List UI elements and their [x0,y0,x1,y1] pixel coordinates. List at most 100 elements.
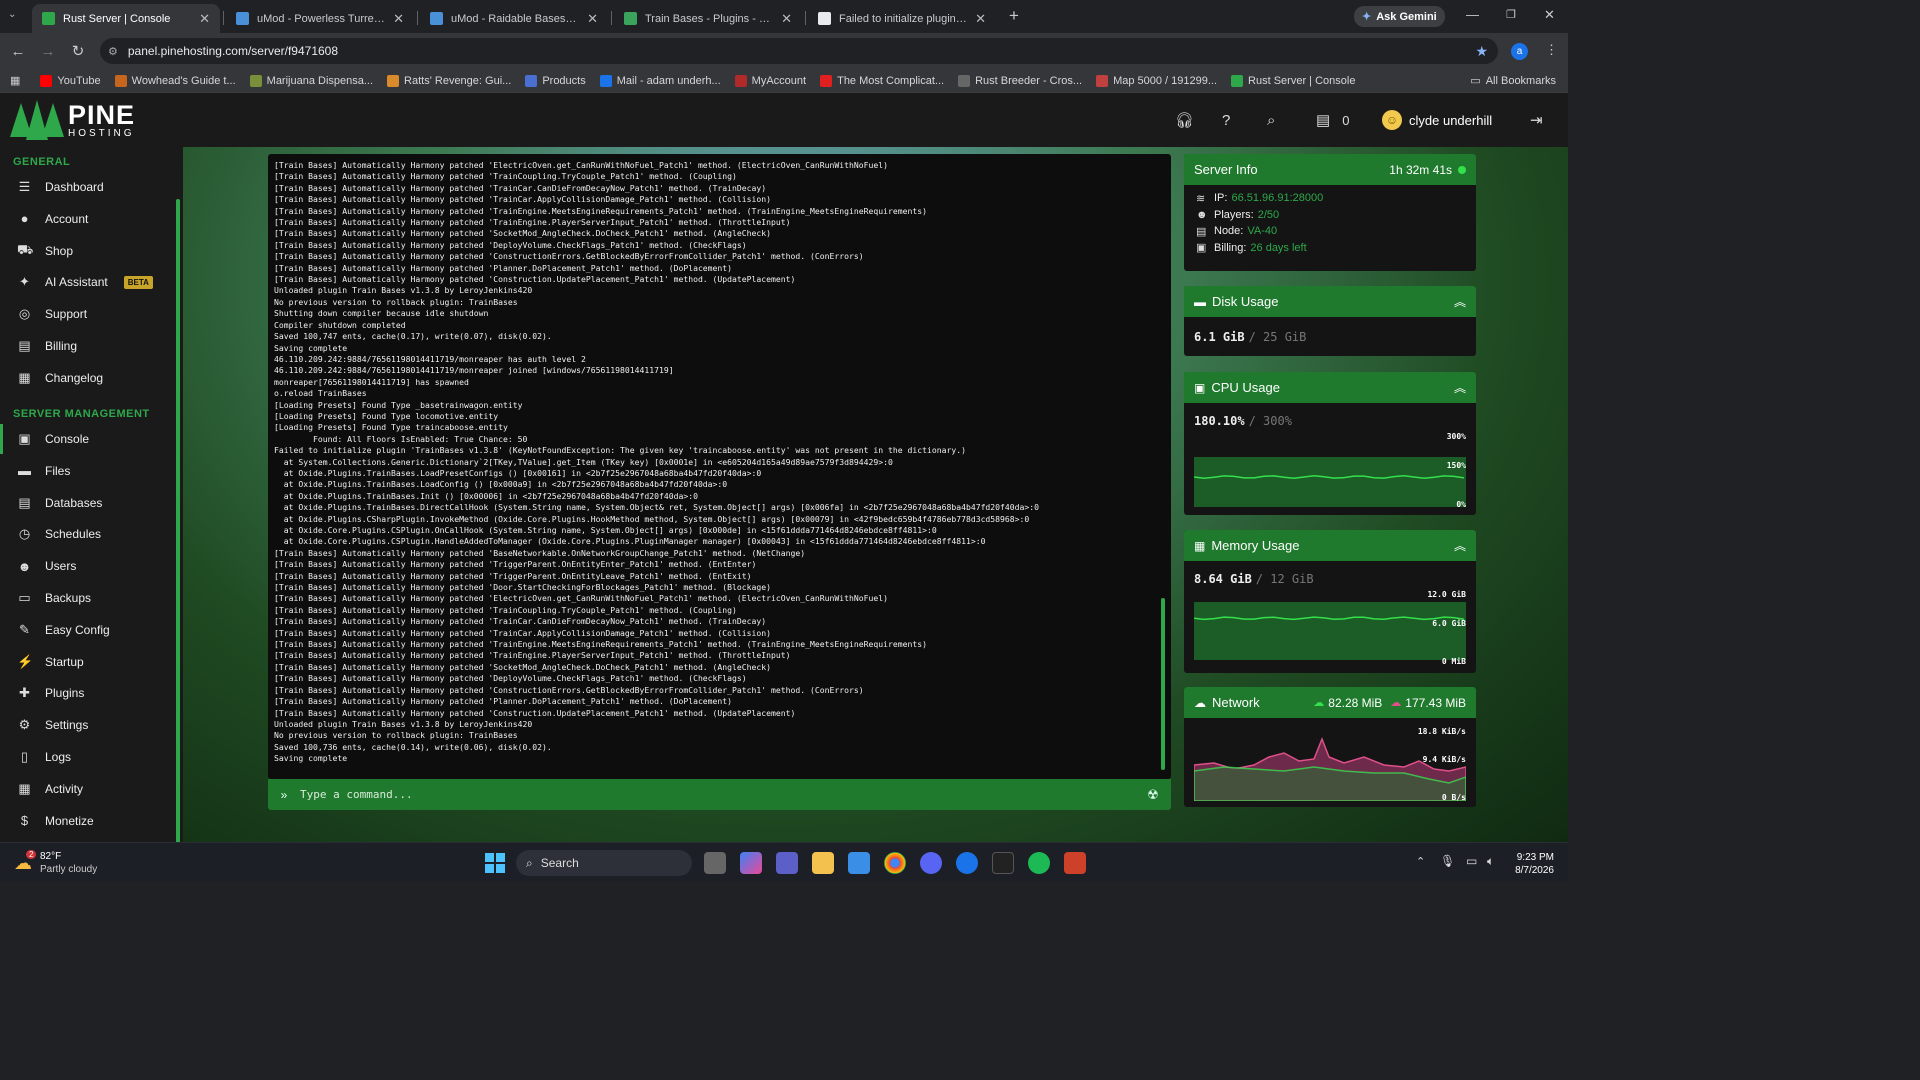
profile-avatar[interactable]: a [1511,43,1528,60]
sidebar-item-logs[interactable]: ▯ Logs [0,742,176,772]
sidebar-item-monetize[interactable]: $ Monetize [0,806,176,836]
bookmark-item[interactable]: YouTube [40,74,101,87]
browser-tab[interactable]: uMod - Raidable Bases by nive ✕ [420,4,608,33]
browser-tab[interactable]: Rust Server | Console ✕ [32,4,220,33]
collapse-icon[interactable]: ︽ [1454,537,1466,554]
site-info-icon[interactable]: ⚙ [108,45,118,58]
pine-hosting-logo[interactable]: PINE HOSTING [10,100,135,140]
sidebar-item-files[interactable]: ▬ Files [0,456,176,486]
taskbar-search[interactable]: ⌕ Search [516,850,692,876]
browser-menu-icon[interactable]: ⋮ [1545,42,1558,58]
sidebar-item-backups[interactable]: ▭ Backups [0,583,176,613]
chrome-icon[interactable] [884,852,906,874]
address-bar[interactable]: ⚙ panel.pinehosting.com/server/f9471608 … [100,38,1498,64]
sidebar-item-support[interactable]: ◎ Support [0,299,176,329]
bookmark-item[interactable]: The Most Complicat... [820,74,944,87]
collapse-icon[interactable]: ︽ [1454,293,1466,310]
spotify-icon[interactable] [1028,852,1050,874]
sidebar-item-databases[interactable]: ▤ Databases [0,488,176,518]
bookmark-item[interactable]: Map 5000 / 191299... [1096,74,1217,87]
close-tab-icon[interactable]: ✕ [393,11,404,27]
start-button[interactable] [485,853,505,873]
robot-icon[interactable]: ☢ [1135,787,1171,803]
close-tab-icon[interactable]: ✕ [199,11,210,27]
sidebar-item-users[interactable]: ☻ Users [0,551,176,581]
sidebar-item-dashboard[interactable]: ☰ Dashboard [0,172,176,202]
collapse-icon[interactable]: ︽ [1454,379,1466,396]
support-headset-icon[interactable]: 🎧︎ [1175,93,1194,147]
console-line: at Oxide.Plugins.TrainBases.LoadPresetCo… [274,467,762,478]
terminal-app-icon[interactable] [992,852,1014,874]
network-tray-icon[interactable]: ▭ [1466,854,1477,868]
bookmark-item[interactable]: Mail - adam underh... [599,74,721,87]
sidebar-item-console[interactable]: ▣ Console [0,424,176,454]
sidebar-item-activity[interactable]: ▦ Activity [0,774,176,804]
browser-tab[interactable]: Failed to initialize plugin 'TrainB ✕ [808,4,996,33]
ip-value[interactable]: 66.51.96.91:28000 [1231,192,1323,204]
teams-icon[interactable] [776,852,798,874]
tray-chevron-icon[interactable]: ⌃ [1416,855,1425,868]
all-bookmarks-button[interactable]: ▭ All Bookmarks [1470,74,1556,88]
memory-graph [1193,602,1466,660]
sidebar-item-settings[interactable]: ⚙ Settings [0,710,176,740]
restore-button[interactable]: ❐ [1506,8,1516,21]
file-explorer-icon[interactable] [812,852,834,874]
sidebar: GENERAL ☰ Dashboard ● Account ⛟ Shop ✦ AI Assis… [0,147,183,842]
copilot-icon[interactable] [740,852,762,874]
sidebar-item-billing[interactable]: ▤ Billing [0,331,176,361]
console-output[interactable]: [Train Bases] Automatically Harmony patc… [268,154,1171,779]
sidebar-item-startup[interactable]: ⚡ Startup [0,647,176,677]
discord-icon[interactable] [920,852,942,874]
sidebar-scrollbar[interactable] [176,199,180,842]
new-tab-button[interactable]: + [1009,6,1019,26]
bookmark-item[interactable]: Rust Breeder - Cros... [958,74,1082,87]
sidebar-item-shop[interactable]: ⛟ Shop [0,236,176,266]
clock[interactable]: 9:23 PM 8/7/2026 [1510,851,1554,877]
volume-icon[interactable]: 🔈︎ [1487,854,1494,869]
tab-search-dropdown[interactable]: ⌄ [8,9,16,20]
console-line: at Oxide.Core.Plugins.CSPlugin.HandleAdd… [274,536,986,547]
bookmark-item[interactable]: MyAccount [734,74,806,87]
weather-widget[interactable]: ☁ 2 82°F Partly cloudy [14,849,97,876]
rust-game-icon[interactable] [1064,852,1086,874]
close-tab-icon[interactable]: ✕ [587,11,598,27]
sidebar-item-schedules[interactable]: ◷ Schedules [0,519,176,549]
bookmark-star-icon[interactable]: ★ [1475,43,1488,60]
microphone-icon[interactable]: 🎙︎ [1440,854,1455,868]
bookmark-item[interactable]: Rust Server | Console [1231,74,1355,87]
minimize-button[interactable]: — [1466,7,1479,22]
apps-grid-icon[interactable]: ▦ [10,74,20,87]
close-tab-icon[interactable]: ✕ [781,11,792,27]
browser-tab[interactable]: uMod - Powerless Turrets by Ar ✕ [226,4,414,33]
user-menu[interactable]: ☺ clyde underhill [1382,93,1492,147]
forward-button[interactable]: → [33,43,63,60]
credits-button[interactable]: ▤ 0 [1316,93,1349,147]
app-icon[interactable] [956,852,978,874]
search-icon[interactable]: ⌕ [1267,93,1275,147]
node-value: VA-40 [1247,225,1278,238]
console-scrollbar[interactable] [1161,598,1165,770]
close-tab-icon[interactable]: ✕ [975,11,986,27]
reload-button[interactable]: ↻ [63,42,93,60]
bookmark-label: Marijuana Dispensa... [266,74,374,87]
ask-gemini-button[interactable]: ✦ Ask Gemini [1354,6,1445,27]
logout-icon[interactable]: ⇥ [1530,93,1543,147]
console-line: [Loading Presets] Found Type traincaboos… [274,422,508,433]
bookmark-item[interactable]: Products [525,74,586,87]
sidebar-item-easy-config[interactable]: ✎ Easy Config [0,615,176,645]
bookmark-item[interactable]: Wowhead's Guide t... [114,74,236,87]
browser-tab[interactable]: Train Bases - Plugins - Codeflin ✕ [614,4,802,33]
help-icon[interactable]: ? [1222,93,1230,147]
bookmark-item[interactable]: Marijuana Dispensa... [249,74,374,87]
bookmark-item[interactable]: Ratts' Revenge: Gui... [387,74,511,87]
sidebar-item-plugins[interactable]: ✚ Plugins [0,678,176,708]
command-input[interactable] [300,788,1135,801]
sidebar-item-ai-assistant[interactable]: ✦ AI Assistant BETA [0,267,176,297]
store-icon[interactable] [848,852,870,874]
back-button[interactable]: ← [3,43,33,60]
task-view-icon[interactable] [704,852,726,874]
sidebar-item-account[interactable]: ● Account [0,204,176,234]
close-window-button[interactable]: ✕ [1544,7,1555,23]
sidebar-item-changelog[interactable]: ▦ Changelog [0,363,176,393]
console-line: Unloaded plugin Train Bases v1.3.8 by Le… [274,718,533,729]
